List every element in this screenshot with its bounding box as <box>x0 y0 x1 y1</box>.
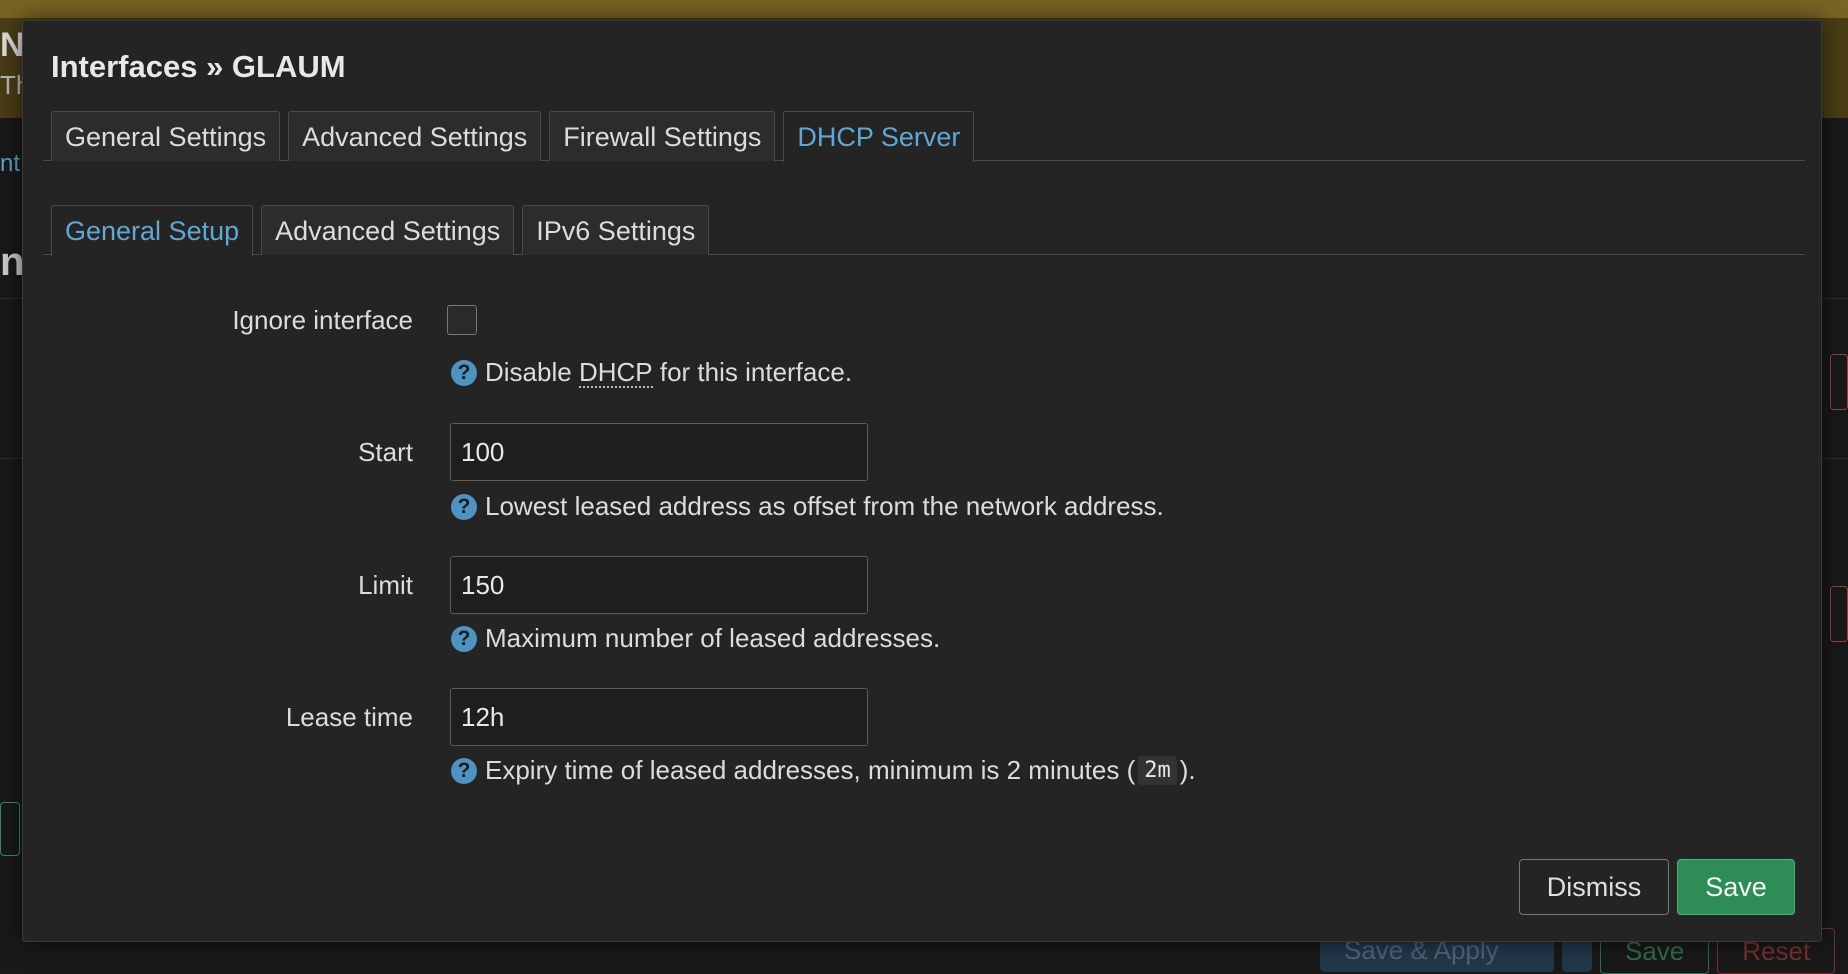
help-text: Disable <box>485 357 572 387</box>
start-label: Start <box>358 437 413 467</box>
subtab-ipv6-settings[interactable]: IPv6 Settings <box>522 205 710 255</box>
tab-firewall-settings[interactable]: Firewall Settings <box>549 111 776 161</box>
dhcp-abbreviation: DHCP <box>578 356 653 388</box>
background-red-button[interactable] <box>1830 354 1848 410</box>
background-notice-strip <box>0 0 1848 18</box>
limit-label: Limit <box>358 570 413 600</box>
tab-general-settings[interactable]: General Settings <box>51 111 281 161</box>
tab-advanced-settings[interactable]: Advanced Settings <box>288 111 542 161</box>
subtab-general-setup[interactable]: General Setup <box>51 205 254 256</box>
background-link-peek[interactable]: nt <box>0 150 20 178</box>
help-text: Maximum number of leased addresses. <box>485 623 941 653</box>
help-text: ). <box>1179 755 1196 785</box>
background-title-peek: N <box>0 26 25 64</box>
save-button[interactable]: Save <box>1677 859 1795 915</box>
start-help: ? Lowest leased address as offset from t… <box>451 491 1164 522</box>
dismiss-button[interactable]: Dismiss <box>1519 859 1669 915</box>
ignore-interface-help: ? Disable DHCP for this interface. <box>451 357 852 388</box>
primary-tab-bar: General Settings Advanced Settings Firew… <box>43 111 1805 162</box>
ignore-interface-label: Ignore interface <box>232 305 413 335</box>
background-green-button[interactable] <box>0 802 20 856</box>
background-red-button[interactable] <box>1830 586 1848 642</box>
help-text: Lowest leased address as offset from the… <box>485 491 1164 521</box>
limit-help: ? Maximum number of leased addresses. <box>451 623 940 654</box>
subtab-advanced-settings[interactable]: Advanced Settings <box>261 205 515 255</box>
min-lease-code: 2m <box>1138 756 1177 785</box>
interface-settings-modal: Interfaces » GLAUM General Settings Adva… <box>22 20 1822 942</box>
limit-input[interactable] <box>450 556 868 614</box>
ignore-interface-checkbox[interactable] <box>447 305 477 335</box>
lease-time-label: Lease time <box>285 702 413 732</box>
help-icon: ? <box>451 757 477 784</box>
lease-time-input[interactable] <box>450 688 868 746</box>
help-text: for this interface. <box>659 357 853 387</box>
lease-time-help: ? Expiry time of leased addresses, minim… <box>451 755 1196 786</box>
tab-dhcp-server[interactable]: DHCP Server <box>783 111 975 162</box>
secondary-tab-bar: General Setup Advanced Settings IPv6 Set… <box>43 205 1805 256</box>
help-icon: ? <box>451 493 477 520</box>
help-icon: ? <box>451 625 477 652</box>
start-input[interactable] <box>450 423 868 481</box>
modal-title: Interfaces » GLAUM <box>51 49 346 84</box>
help-text: Expiry time of leased addresses, minimum… <box>485 755 1136 785</box>
help-icon: ? <box>451 359 477 386</box>
